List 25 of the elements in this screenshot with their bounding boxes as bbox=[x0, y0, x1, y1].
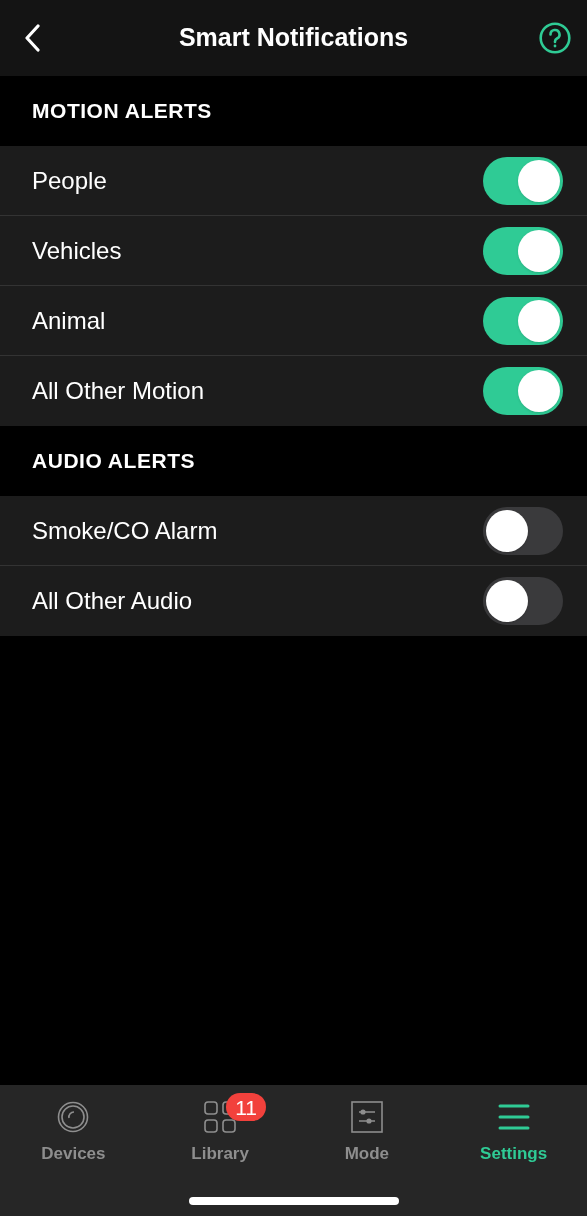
section-header: AUDIO ALERTS bbox=[32, 448, 196, 475]
toggle-switch[interactable] bbox=[483, 156, 563, 205]
sliders-icon bbox=[350, 1101, 383, 1133]
camera-lens-icon bbox=[57, 1101, 90, 1133]
setting-label: Vehicles bbox=[32, 235, 122, 266]
menu-icon bbox=[497, 1104, 530, 1130]
toggle-switch[interactable] bbox=[483, 296, 563, 345]
tab-bar-item[interactable]: Settings bbox=[440, 1089, 587, 1167]
tab-bar-item[interactable]: Mode bbox=[293, 1089, 441, 1167]
setting-label: Smoke/CO Alarm bbox=[32, 515, 218, 546]
back-icon bbox=[24, 24, 40, 52]
tab-bar-item[interactable]: 11 Library bbox=[146, 1089, 294, 1167]
help-icon bbox=[539, 22, 571, 54]
toggle-switch[interactable] bbox=[483, 367, 563, 415]
setting-label: All Other Motion bbox=[32, 376, 205, 406]
toggle-switch[interactable] bbox=[483, 226, 563, 275]
setting-label: Animal bbox=[32, 305, 106, 336]
toggle-switch[interactable] bbox=[483, 506, 563, 555]
setting-label: All Other Audio bbox=[32, 586, 193, 616]
notification-badge: 11 bbox=[226, 1093, 266, 1121]
section-header: MOTION ALERTS bbox=[32, 98, 212, 125]
page-title: Smart Notifications bbox=[178, 22, 409, 54]
tab-bar-item[interactable]: Devices bbox=[0, 1089, 147, 1167]
toggle-switch[interactable] bbox=[483, 577, 563, 625]
setting-label: People bbox=[32, 165, 107, 196]
